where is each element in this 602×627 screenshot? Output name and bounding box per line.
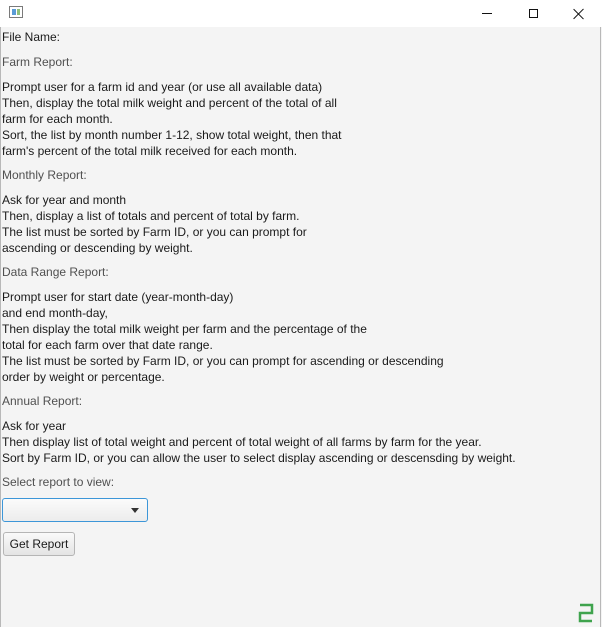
data-range-report-line: The list must be sorted by Farm ID, or y… xyxy=(2,354,444,368)
get-report-button[interactable]: Get Report xyxy=(3,532,75,556)
monthly-report-line: ascending or descending by weight. xyxy=(2,241,193,255)
farm-report-heading: Farm Report: xyxy=(2,55,73,69)
annual-report-line: Sort by Farm ID, or you can allow the us… xyxy=(2,451,516,465)
farm-report-line: Then, display the total milk weight and … xyxy=(2,96,337,110)
data-range-report-line: total for each farm over that date range… xyxy=(2,338,213,352)
select-report-label: Select report to view: xyxy=(2,475,115,489)
chevron-down-icon xyxy=(131,508,139,513)
maximize-button[interactable] xyxy=(510,0,556,27)
data-range-report-line: Then display the total milk weight per f… xyxy=(2,322,367,336)
data-range-report-line: order by weight or percentage. xyxy=(2,370,165,384)
farm-report-line: farm's percent of the total milk receive… xyxy=(2,144,298,158)
annual-report-line: Ask for year xyxy=(2,419,67,433)
annual-report-heading: Annual Report: xyxy=(2,394,83,408)
report-type-combobox[interactable] xyxy=(2,498,148,522)
data-range-report-line: Prompt user for start date (year-month-d… xyxy=(2,290,234,304)
file-name-label: File Name: xyxy=(2,30,61,44)
close-button[interactable] xyxy=(556,0,602,27)
title-bar xyxy=(0,0,602,27)
maximize-icon xyxy=(528,9,538,18)
annual-report-line: Then display list of total weight and pe… xyxy=(2,435,482,449)
monthly-report-line: Ask for year and month xyxy=(2,193,127,207)
data-range-report-line: and end month-day, xyxy=(2,306,108,320)
monthly-report-line: Then, display a list of totals and perce… xyxy=(2,209,300,223)
data-range-report-heading: Data Range Report: xyxy=(2,265,109,279)
farm-report-line: Prompt user for a farm id and year (or u… xyxy=(2,80,323,94)
report-selection-panel: File Name: Farm Report: Prompt user for … xyxy=(0,27,601,627)
monthly-report-heading: Monthly Report: xyxy=(2,168,87,182)
farm-report-line: Sort, the list by month number 1-12, sho… xyxy=(2,128,342,142)
app-window-icon xyxy=(9,6,23,18)
farm-report-line: farm for each month. xyxy=(2,112,113,126)
close-icon xyxy=(573,8,585,20)
minimize-icon xyxy=(482,13,492,14)
corner-logo-icon xyxy=(578,603,594,623)
monthly-report-line: The list must be sorted by Farm ID, or y… xyxy=(2,225,307,239)
minimize-button[interactable] xyxy=(464,0,510,27)
